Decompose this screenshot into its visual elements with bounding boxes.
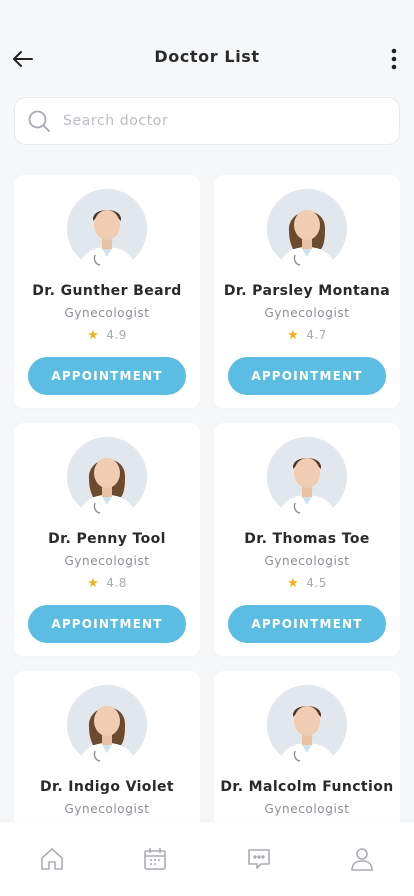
nav-calendar[interactable] (135, 846, 175, 876)
appointment-button[interactable]: APPOINTMENT (28, 357, 186, 395)
doctor-name: Dr. Parsley Montana (223, 283, 391, 299)
doctor-grid: Dr. Gunther Beard Gynecologist ★ 4.9 APPOINT… (14, 175, 400, 896)
doctor-card[interactable]: Dr. Thomas Toe Gynecologist ★ 4.5 APPOINTMEN… (214, 423, 400, 656)
star-icon: ★ (287, 328, 300, 343)
page-title: Doctor List (154, 47, 260, 66)
doctor-name: Dr. Penny Tool (48, 531, 166, 547)
rating-value: 4.8 (106, 576, 127, 590)
bottom-nav (0, 822, 414, 896)
appointment-button[interactable]: APPOINTMENT (28, 605, 186, 643)
doctor-card[interactable]: Dr. Penny Tool Gynecologist ★ 4.8 APPOINTMEN… (14, 423, 200, 656)
doctor-avatar (67, 685, 147, 765)
star-icon: ★ (87, 576, 100, 591)
doctor-avatar (267, 437, 347, 517)
nav-chat[interactable] (239, 846, 279, 876)
doctor-avatar (67, 437, 147, 517)
home-icon (40, 848, 63, 870)
rating-value: 4.5 (306, 576, 327, 590)
doctor-name: Dr. Gunther Beard (32, 283, 182, 299)
more-vertical-icon (391, 48, 397, 70)
calendar-icon (144, 848, 167, 870)
doctor-avatar (267, 189, 347, 269)
doctor-specialty: Gynecologist (64, 306, 150, 320)
doctor-rating: ★ 4.9 (14, 328, 200, 343)
appointment-button[interactable]: APPOINTMENT (228, 357, 386, 395)
doctor-rating: ★ 4.8 (14, 576, 200, 591)
search-input[interactable] (63, 113, 363, 129)
more-options-button[interactable] (380, 44, 408, 74)
search-icon (27, 109, 51, 133)
nav-home[interactable] (32, 846, 72, 876)
star-icon: ★ (287, 576, 300, 591)
rating-value: 4.7 (306, 328, 327, 342)
search-bar (14, 97, 400, 145)
doctor-rating: ★ 4.7 (214, 328, 400, 343)
profile-icon (351, 848, 374, 871)
doctor-name: Dr. Malcolm Function (220, 779, 394, 795)
doctor-name: Dr. Thomas Toe (244, 531, 370, 547)
doctor-avatar (267, 685, 347, 765)
doctor-rating: ★ 4.5 (214, 576, 400, 591)
rating-value: 4.9 (106, 328, 127, 342)
doctor-specialty: Gynecologist (64, 554, 150, 568)
doctor-avatar (67, 189, 147, 269)
header: Doctor List (0, 30, 414, 86)
doctor-name: Dr. Indigo Violet (39, 779, 175, 795)
nav-profile[interactable] (342, 846, 382, 876)
star-icon: ★ (87, 328, 100, 343)
doctor-specialty: Gynecologist (64, 802, 150, 816)
doctor-specialty: Gynecologist (264, 306, 350, 320)
appointment-button[interactable]: APPOINTMENT (228, 605, 386, 643)
chat-icon (247, 849, 270, 869)
doctor-card[interactable]: Dr. Parsley Montana Gynecologist ★ 4.7 APPOI… (214, 175, 400, 408)
doctor-specialty: Gynecologist (264, 802, 350, 816)
doctor-specialty: Gynecologist (264, 554, 350, 568)
doctor-card[interactable]: Dr. Gunther Beard Gynecologist ★ 4.9 APPOINT… (14, 175, 200, 408)
